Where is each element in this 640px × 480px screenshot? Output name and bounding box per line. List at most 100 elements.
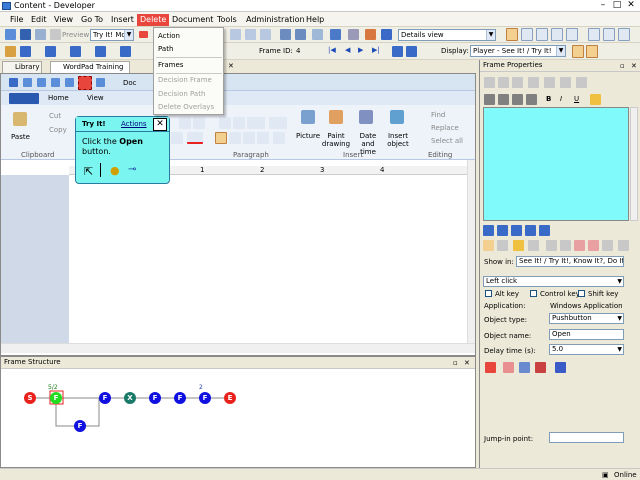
bubble-opt-icon-10[interactable] [618, 240, 629, 251]
paste-icon[interactable] [13, 112, 27, 126]
bubble-opt-icon-3[interactable] [513, 240, 524, 251]
horizontal-scrollbar[interactable] [1, 343, 475, 353]
bubble-style-icon-5[interactable] [539, 225, 550, 236]
action-prop-icon-2[interactable] [503, 362, 514, 373]
props-tool-icon-5[interactable] [544, 77, 555, 88]
bubble-opt-icon-6[interactable] [560, 240, 571, 251]
close-tab-icon[interactable]: ✕ [228, 62, 234, 70]
prev-frame-icon[interactable]: ◀ [345, 46, 350, 54]
jump-in-field[interactable] [549, 432, 624, 443]
frame-node-3[interactable]: F [149, 392, 161, 404]
italic-icon[interactable]: I [560, 95, 562, 103]
pin-icon[interactable]: ▫ [453, 358, 458, 369]
cut-tb-icon[interactable] [230, 29, 241, 40]
display-mode-icon-1[interactable] [572, 45, 584, 58]
last-frame-icon[interactable]: ▶| [372, 46, 380, 54]
pin-icon[interactable]: ▫ [620, 61, 625, 72]
menu-help[interactable]: Help [303, 14, 327, 26]
bubble-opt-icon-7[interactable] [574, 240, 585, 251]
bulb-icon[interactable]: ● [110, 164, 120, 177]
save-icon[interactable] [23, 78, 32, 87]
object-type-select[interactable]: Pushbutton ▼ [549, 313, 624, 324]
action-prop-icon-5[interactable] [555, 362, 566, 373]
align-right-icon[interactable] [512, 94, 523, 105]
find-tb-icon[interactable] [312, 29, 323, 40]
calendar-icon[interactable] [359, 110, 373, 124]
bubble-style-icon-3[interactable] [511, 225, 522, 236]
preview-icon[interactable] [50, 29, 61, 40]
align-right-icon[interactable] [243, 132, 255, 144]
menu-file[interactable]: File [7, 14, 26, 26]
display-select[interactable]: Player - See It! / Try It! ▼ [470, 45, 566, 57]
frame-edit-icon[interactable] [120, 46, 131, 57]
bubble-opt-icon-8[interactable] [588, 240, 599, 251]
layout-icon-2[interactable] [521, 28, 533, 41]
bubble-opt-icon-1[interactable] [483, 240, 494, 251]
preview-button[interactable]: Preview [62, 31, 89, 39]
line-spacing-icon[interactable] [269, 117, 287, 129]
justify-icon[interactable] [526, 94, 537, 105]
undo-icon[interactable] [280, 29, 291, 40]
bubble-opt-icon-5[interactable] [546, 240, 557, 251]
insert-object-button[interactable]: Insert object [385, 132, 411, 148]
app-menu-button[interactable] [9, 93, 39, 104]
menu-item-path[interactable]: Path [158, 45, 173, 53]
tab-library[interactable]: Library [2, 61, 42, 73]
print-icon[interactable] [35, 29, 46, 40]
show-in-select[interactable]: See It! / Try It!, Know It?, Do It! [516, 256, 624, 267]
paste-tb-icon[interactable] [260, 29, 271, 40]
frame-nav-icon-2[interactable] [406, 46, 417, 57]
bubble-opt-icon-4[interactable] [528, 240, 539, 251]
highlight-icon[interactable] [171, 132, 183, 144]
font-grow-icon[interactable] [179, 117, 191, 129]
props-tool-icon-1[interactable] [484, 77, 495, 88]
find-button[interactable]: Find [431, 111, 445, 119]
menu-item-action[interactable]: Action [158, 32, 180, 40]
action-prop-icon-3[interactable] [519, 362, 530, 373]
mode-select[interactable]: Try It! Mode ▼ [90, 29, 134, 41]
frame-add-icon[interactable] [95, 46, 106, 57]
frame-node-2[interactable]: F [99, 392, 111, 404]
first-frame-icon[interactable]: |◀ [328, 46, 336, 54]
new-icon[interactable] [5, 29, 16, 40]
frame-node-start[interactable]: S [24, 392, 36, 404]
object-name-field[interactable]: Open [549, 329, 624, 340]
justify-icon[interactable] [257, 132, 269, 144]
redo-icon[interactable] [51, 78, 60, 87]
props-tool-icon-3[interactable] [512, 77, 523, 88]
menu-delete[interactable]: Delete [137, 14, 170, 26]
frame-node-alt[interactable]: F [74, 420, 86, 432]
frame-node-1[interactable]: F [50, 392, 62, 404]
close-icon[interactable]: ✕ [624, 0, 638, 11]
menu-insert[interactable]: Insert [108, 14, 137, 26]
copy-button[interactable]: Copy [49, 126, 67, 134]
bubble-style-icon-2[interactable] [497, 225, 508, 236]
frame-node-decision[interactable]: X [124, 392, 136, 404]
alt-key-checkbox[interactable] [485, 290, 492, 297]
paint-icon[interactable] [329, 110, 343, 124]
indent-icon[interactable] [219, 117, 231, 129]
copy-tb-icon[interactable] [245, 29, 256, 40]
new-icon[interactable] [65, 78, 74, 87]
display-mode-icon-2[interactable] [586, 45, 598, 58]
menu-edit[interactable]: Edit [28, 14, 50, 26]
info-icon[interactable] [381, 29, 392, 40]
menu-view[interactable]: View [51, 14, 76, 26]
delay-field[interactable]: 5.0 ▼ [549, 344, 624, 355]
action-prop-icon-4[interactable] [535, 362, 546, 373]
minimize-icon[interactable]: – [596, 0, 610, 11]
picture-icon[interactable] [301, 110, 315, 124]
tool-icon[interactable] [348, 29, 359, 40]
align-left-icon[interactable] [484, 94, 495, 105]
align-left-icon[interactable] [215, 132, 227, 144]
layout-icon-7[interactable] [603, 28, 615, 41]
help-tb-icon[interactable] [330, 29, 341, 40]
record-icon[interactable] [20, 46, 31, 57]
props-tool-icon-6[interactable] [560, 77, 571, 88]
bubble-text-editor[interactable] [483, 107, 629, 221]
outdent-icon[interactable] [233, 117, 245, 129]
menu-administration[interactable]: Administration [243, 14, 308, 26]
close-bubble-icon[interactable]: ✕ [153, 118, 167, 131]
bubble-style-icon-4[interactable] [525, 225, 536, 236]
replace-button[interactable]: Replace [431, 124, 459, 132]
